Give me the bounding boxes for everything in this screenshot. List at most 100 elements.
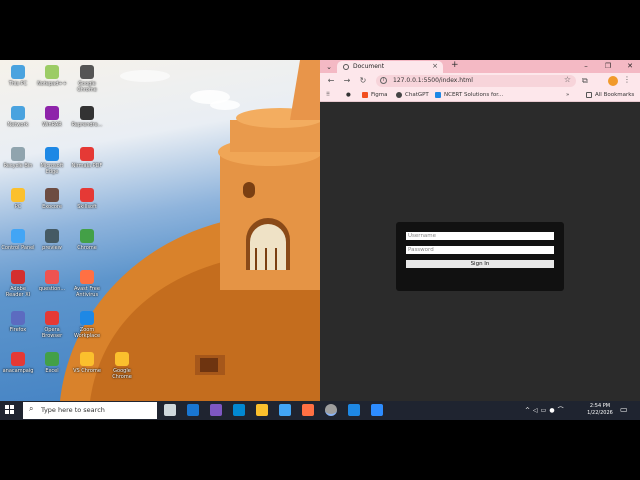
- desktop-icon[interactable]: Chrome: [70, 229, 104, 251]
- menu-icon[interactable]: ⋮: [623, 75, 631, 84]
- taskbar-search[interactable]: ⌕ Type here to search: [23, 402, 157, 419]
- desktop-icon[interactable]: This PC: [1, 65, 35, 87]
- desktop-icon[interactable]: Reprendre...: [70, 106, 104, 128]
- desktop-icon[interactable]: WinRAR: [35, 106, 69, 128]
- desktop-icon[interactable]: Excel: [35, 352, 69, 374]
- bookmark-star-icon[interactable]: ☆: [564, 75, 571, 84]
- bookmark-figma[interactable]: Figma: [362, 91, 388, 100]
- bookmarks-overflow-icon[interactable]: »: [566, 91, 569, 100]
- app-icon: [11, 147, 25, 161]
- desktop-icon[interactable]: Opera Browser: [35, 311, 69, 339]
- desktop-icon[interactable]: Notepad++: [35, 65, 69, 87]
- desktop-icon[interactable]: Google Chrome: [105, 352, 139, 380]
- app-icon: [80, 188, 94, 202]
- desktop-icon-label: Firefox: [9, 327, 27, 333]
- desktop-icon[interactable]: anacampaig: [1, 352, 35, 374]
- app-icon: [45, 106, 59, 120]
- desktop-icon-label: Nirmala PDF: [71, 163, 103, 169]
- desktop-icon-label: Skillsoft: [77, 204, 97, 210]
- desktop-icon-label: Avast Free Antivirus: [74, 286, 100, 298]
- profile-avatar[interactable]: [608, 76, 618, 86]
- tab-search-icon[interactable]: ⌄: [324, 62, 334, 72]
- desktop-icon-label: VS Chrome: [73, 368, 101, 374]
- bookmark-chatgpt[interactable]: ChatGPT: [396, 91, 429, 100]
- github-icon[interactable]: ●: [346, 91, 351, 100]
- desktop-icon[interactable]: Firefox: [1, 311, 35, 333]
- browser-toolbar: ← → ↻ i 127.0.0.1:5500/index.html ☆ ⧉ ⋮: [320, 73, 640, 89]
- back-icon[interactable]: ←: [326, 76, 336, 86]
- task-view-icon[interactable]: [164, 404, 176, 416]
- apps-icon[interactable]: ⠿: [326, 91, 330, 100]
- close-window-button[interactable]: ✕: [620, 60, 640, 73]
- app-icon: [80, 229, 94, 243]
- desktop-icon-label: Recycle Bin: [3, 163, 33, 169]
- store-icon[interactable]: [279, 404, 291, 416]
- desktop-icon-label: Control Panel: [1, 245, 35, 251]
- close-tab-icon[interactable]: ×: [432, 62, 438, 70]
- sign-in-button[interactable]: Sign In: [406, 260, 554, 268]
- address-bar[interactable]: i 127.0.0.1:5500/index.html ☆: [376, 75, 576, 87]
- password-input[interactable]: Password: [406, 246, 554, 254]
- all-bookmarks[interactable]: All Bookmarks: [586, 91, 634, 100]
- new-tab-button[interactable]: +: [451, 60, 459, 70]
- desktop-icon[interactable]: Network: [1, 106, 35, 128]
- desktop-icon[interactable]: question...: [35, 270, 69, 292]
- mic-icon[interactable]: ●: [549, 407, 557, 414]
- desktop-icon[interactable]: Microsoft Edge: [35, 147, 69, 175]
- bookmark-ncert[interactable]: NCERT Solutions for...: [435, 91, 503, 100]
- search-placeholder: Type here to search: [41, 406, 105, 414]
- ncert-icon: [435, 91, 441, 98]
- desktop-icon[interactable]: Google Chrome: [70, 65, 104, 93]
- outlook-icon[interactable]: [187, 404, 199, 416]
- tab-title: Document: [353, 63, 385, 70]
- globe-icon: [343, 64, 349, 70]
- file-explorer-icon[interactable]: [256, 404, 268, 416]
- username-input[interactable]: Username: [406, 232, 554, 240]
- wifi-icon[interactable]: ⌒: [558, 407, 567, 414]
- app-icon: [45, 65, 59, 79]
- site-info-icon[interactable]: i: [380, 77, 387, 84]
- app-icon: [45, 311, 59, 325]
- desktop-icon[interactable]: Nirmala PDF: [70, 147, 104, 169]
- desktop-icon-label: Google Chrome: [112, 368, 132, 380]
- vscode-icon[interactable]: [348, 404, 360, 416]
- desktop-icon[interactable]: Exocore: [35, 188, 69, 210]
- desktop-icon[interactable]: Zoom Workplace: [70, 311, 104, 339]
- copilot-icon[interactable]: [210, 404, 222, 416]
- desktop-icon[interactable]: Recycle Bin: [1, 147, 35, 169]
- desktop-icon-label: WinRAR: [42, 122, 62, 128]
- windows-start-icon[interactable]: [5, 405, 15, 415]
- app-icon: [80, 270, 94, 284]
- desktop-icon[interactable]: preview: [35, 229, 69, 251]
- forward-icon[interactable]: →: [342, 76, 352, 86]
- tab-document[interactable]: Document ×: [337, 61, 443, 73]
- desktop-icon[interactable]: PC: [1, 188, 35, 210]
- clock-date: 1/22/2026: [587, 410, 613, 416]
- desktop-icon[interactable]: VS Chrome: [70, 352, 104, 374]
- desktop-icon[interactable]: Adobe Reader XI: [1, 270, 35, 298]
- extensions-icon[interactable]: ⧉: [582, 76, 588, 86]
- zoom-icon[interactable]: [371, 404, 383, 416]
- app-icon: [45, 270, 59, 284]
- desktop-icon-label: Google Chrome: [77, 81, 97, 93]
- firefox-icon[interactable]: [302, 404, 314, 416]
- app-icon: [11, 311, 25, 325]
- folder-icon: [586, 91, 592, 98]
- desktop-icon[interactable]: Avast Free Antivirus: [70, 270, 104, 298]
- desktop-icon[interactable]: Control Panel: [1, 229, 35, 251]
- app-icon: [45, 352, 59, 366]
- chevron-up-icon[interactable]: ^: [525, 407, 533, 414]
- reload-icon[interactable]: ↻: [358, 76, 368, 86]
- desktop-icon[interactable]: Skillsoft: [70, 188, 104, 210]
- notifications-icon[interactable]: ▭: [620, 405, 628, 414]
- desktop-icon-label: Reprendre...: [71, 122, 103, 128]
- edge-icon[interactable]: [233, 404, 245, 416]
- minimize-button[interactable]: –: [576, 60, 596, 73]
- desktop-icon-label: Opera Browser: [41, 327, 63, 339]
- app-icon: [80, 147, 94, 161]
- restore-button[interactable]: ❐: [598, 60, 618, 73]
- speaker-icon[interactable]: ◁: [533, 407, 541, 414]
- chrome-icon[interactable]: [325, 404, 337, 416]
- clock[interactable]: 2:54 PM 1/22/2026: [585, 403, 615, 417]
- clock-time: 2:54 PM: [589, 403, 611, 409]
